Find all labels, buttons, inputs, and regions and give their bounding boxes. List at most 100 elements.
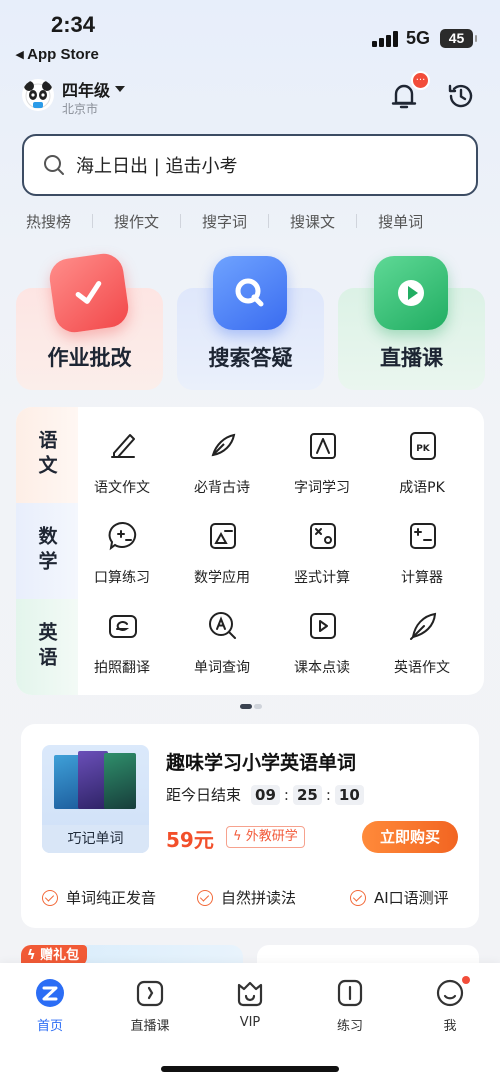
tab-label: 首页 bbox=[36, 1019, 63, 1034]
book-cover-image: 巧记单词 bbox=[42, 745, 149, 853]
tag-text: 外教研学 bbox=[245, 829, 298, 844]
tool-idiom-pk[interactable]: PK 成语PK bbox=[374, 407, 470, 503]
countdown-minutes: 25 bbox=[292, 784, 322, 805]
grade-selector[interactable]: 四年级 bbox=[62, 77, 126, 101]
lightning-icon: ϟ bbox=[233, 829, 246, 844]
tab-vip[interactable]: VIP bbox=[210, 977, 290, 1030]
tool-calculator[interactable]: 计算器 bbox=[374, 497, 470, 593]
tab-practice[interactable]: 练习 bbox=[310, 977, 390, 1034]
subject-math: 数学 bbox=[16, 503, 78, 599]
promo-title: 趣味学习小学英语单词 bbox=[166, 752, 357, 774]
book-label: 巧记单词 bbox=[42, 825, 149, 853]
tool-label: 拍照翻译 bbox=[94, 660, 150, 676]
card-label: 直播课 bbox=[380, 346, 443, 370]
checkmark-icon bbox=[47, 251, 131, 335]
panda-avatar-icon bbox=[24, 81, 52, 109]
tool-mental-math[interactable]: 口算练习 bbox=[74, 497, 170, 593]
tab-label: VIP bbox=[239, 1015, 261, 1030]
subject-tools-grid: 语文 数学 英语 语文作文 必背古诗 字词学习 PK 成语PK 口算练习 数学应… bbox=[16, 407, 484, 695]
tool-label: 竖式计算 bbox=[294, 570, 350, 586]
chevron-down-icon bbox=[115, 86, 126, 92]
tab-label: 练习 bbox=[336, 1019, 363, 1034]
price: 59元 bbox=[166, 828, 214, 852]
history-icon[interactable] bbox=[446, 81, 476, 111]
tab-home[interactable]: 首页 bbox=[10, 977, 90, 1034]
pk-card-icon: PK bbox=[410, 432, 436, 460]
live-class-card[interactable]: 直播课 bbox=[338, 256, 485, 390]
tab-live[interactable]: 直播课 bbox=[110, 977, 190, 1034]
feature-item: AI口语测评 bbox=[350, 887, 449, 908]
subject-english: 英语 bbox=[16, 599, 78, 695]
tool-classic-poems[interactable]: 必背古诗 bbox=[174, 407, 270, 503]
avatar[interactable] bbox=[22, 79, 54, 111]
status-time: 2:34 bbox=[51, 12, 96, 37]
check-circle-icon bbox=[42, 889, 58, 906]
tab-me[interactable]: 我 bbox=[410, 977, 490, 1034]
feature-item: 自然拼读法 bbox=[197, 887, 296, 908]
magnifier-q-icon bbox=[213, 256, 287, 330]
tool-word-study[interactable]: 字词学习 bbox=[274, 407, 370, 503]
camera-translate-icon bbox=[109, 615, 137, 638]
play-tv-icon bbox=[374, 256, 448, 330]
homework-check-card[interactable]: 作业批改 bbox=[16, 251, 163, 390]
tool-label: 成语PK bbox=[399, 480, 445, 496]
feather-pen-icon bbox=[410, 612, 437, 640]
hot-search-links: 热搜榜 搜作文 搜字词 搜课文 搜单词 bbox=[26, 211, 476, 232]
tool-label: 口算练习 bbox=[94, 570, 150, 586]
city-label: 北京市 bbox=[62, 102, 99, 116]
grade-label: 四年级 bbox=[62, 81, 111, 100]
tool-photo-translate[interactable]: 拍照翻译 bbox=[74, 587, 170, 683]
practice-book-icon bbox=[337, 979, 363, 1007]
tool-chinese-essay[interactable]: 语文作文 bbox=[74, 407, 170, 503]
tool-vertical-calc[interactable]: 竖式计算 bbox=[274, 497, 370, 593]
scroll-brush-icon bbox=[211, 433, 236, 457]
hot-link[interactable]: 搜作文 bbox=[114, 211, 159, 232]
character-card-icon bbox=[310, 433, 336, 459]
search-icon bbox=[44, 155, 64, 175]
notification-badge: ··· bbox=[411, 71, 430, 90]
card-label: 作业批改 bbox=[47, 346, 132, 370]
page-indicator bbox=[240, 704, 262, 709]
tag-badge: ϟ 外教研学 bbox=[226, 826, 305, 848]
hot-link[interactable]: 热搜榜 bbox=[26, 211, 71, 232]
check-circle-icon bbox=[350, 889, 366, 906]
tool-label: 必背古诗 bbox=[194, 480, 250, 496]
search-input[interactable]: 海上日出 | 追击小考 bbox=[22, 134, 478, 196]
tool-label: 单词查询 bbox=[194, 660, 250, 676]
profile-face-icon bbox=[436, 979, 464, 1007]
promo-card[interactable]: 巧记单词 趣味学习小学英语单词 距今日结束 09 : 25 : 10 59元 ϟ… bbox=[21, 724, 479, 928]
network-type: 5G bbox=[406, 28, 431, 48]
tab-label: 直播课 bbox=[130, 1019, 170, 1034]
search-answer-card[interactable]: 搜索答疑 bbox=[177, 256, 324, 390]
cellular-signal-icon bbox=[372, 31, 400, 47]
search-text: 海上日出 | 追击小考 bbox=[76, 156, 238, 177]
countdown-seconds: 10 bbox=[334, 784, 364, 805]
tool-label: 英语作文 bbox=[394, 660, 450, 676]
home-logo-icon bbox=[36, 979, 64, 1007]
vip-crown-icon bbox=[237, 981, 263, 1007]
hot-link[interactable]: 搜字词 bbox=[202, 211, 247, 232]
back-to-app-store-link[interactable]: ◂ App Store bbox=[16, 45, 99, 63]
tool-textbook-reading[interactable]: 课本点读 bbox=[274, 587, 370, 683]
countdown-label: 距今日结束 bbox=[166, 786, 242, 804]
live-tv-icon bbox=[136, 980, 164, 1007]
pen-writing-icon bbox=[111, 434, 135, 458]
search-letter-icon bbox=[209, 612, 236, 639]
tool-word-lookup[interactable]: 单词查询 bbox=[174, 587, 270, 683]
calc-grid-icon bbox=[310, 523, 336, 549]
tool-math-application[interactable]: 数学应用 bbox=[174, 497, 270, 593]
book-play-icon bbox=[310, 613, 336, 639]
status-bar: 2:34 ◂ App Store 5G 45 bbox=[0, 0, 500, 66]
tab-notification-dot bbox=[462, 976, 470, 984]
battery-icon: 45 bbox=[440, 29, 477, 48]
buy-now-button[interactable]: 立即购买 bbox=[362, 821, 458, 853]
shapes-icon bbox=[210, 523, 236, 549]
tool-label: 语文作文 bbox=[94, 480, 150, 496]
subject-chinese: 语文 bbox=[16, 407, 78, 503]
hot-link[interactable]: 搜单词 bbox=[378, 211, 423, 232]
countdown-hours: 09 bbox=[251, 784, 280, 805]
tool-label: 数学应用 bbox=[194, 570, 250, 586]
hot-link[interactable]: 搜课文 bbox=[290, 211, 335, 232]
tool-label: 课本点读 bbox=[294, 660, 350, 676]
tool-english-essay[interactable]: 英语作文 bbox=[374, 587, 470, 683]
